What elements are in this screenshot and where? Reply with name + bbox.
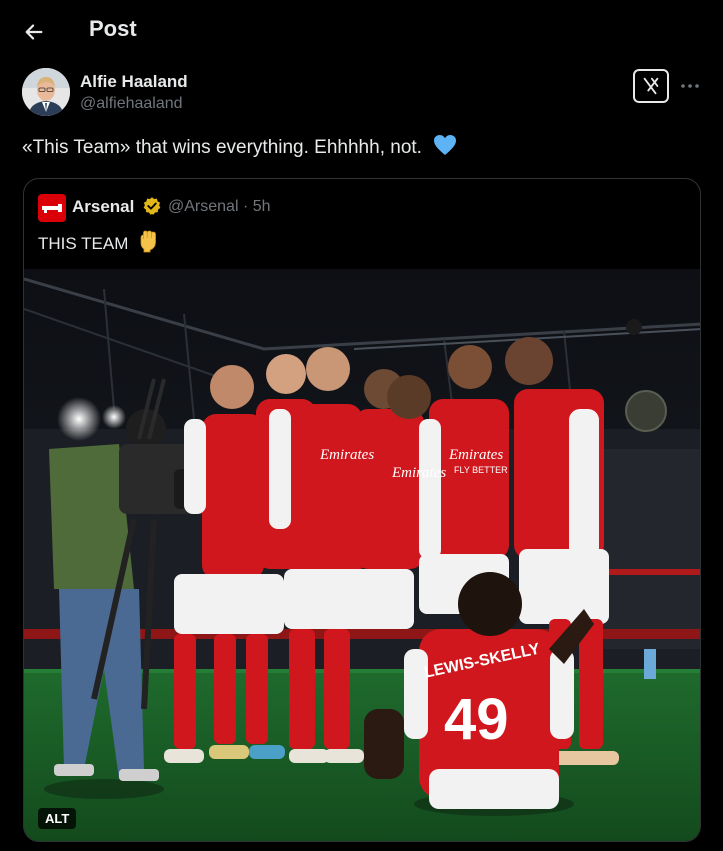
quoted-text: THIS TEAM: [38, 229, 159, 254]
more-button[interactable]: [678, 74, 702, 98]
sponsor-text-2: Emirates: [448, 447, 503, 463]
avatar[interactable]: [22, 68, 70, 116]
post-text-content: «This Team» that wins everything. Ehhhhh…: [22, 137, 422, 158]
alt-text-badge[interactable]: ALT: [38, 808, 77, 829]
sponsor-text-1: Emirates: [319, 447, 374, 463]
post-text: «This Team» that wins everything. Ehhhhh…: [22, 134, 457, 159]
grok-button[interactable]: [633, 69, 669, 103]
back-arrow-icon: [25, 24, 43, 40]
top-bar: Post: [0, 0, 723, 62]
page-title: Post: [89, 16, 137, 41]
verified-badge-icon: [143, 197, 161, 215]
back-button[interactable]: [18, 16, 50, 48]
arsenal-avatar[interactable]: [38, 194, 66, 222]
quoted-post[interactable]: Arsenal @Arsenal · 5h THIS TEAM Emirates…: [23, 178, 701, 842]
raised-fist-icon: [140, 230, 157, 253]
more-icon: [681, 84, 699, 88]
quoted-author-name[interactable]: Arsenal: [72, 197, 134, 217]
sponsor-text-3: Emirates: [391, 465, 446, 481]
team-celebration-photo: Emirates Emirates Emirates FLY BETTER LE…: [24, 269, 700, 841]
grok-icon: [643, 77, 659, 95]
quoted-text-content: THIS TEAM: [38, 234, 129, 253]
sponsor-sub-text: FLY BETTER: [454, 465, 508, 475]
author-handle[interactable]: @alfiehaaland: [80, 95, 183, 113]
quoted-photo[interactable]: Emirates Emirates Emirates FLY BETTER LE…: [24, 269, 700, 841]
blue-heart-icon: [434, 135, 457, 155]
author-name[interactable]: Alfie Haaland: [80, 72, 188, 92]
arsenal-logo-icon: [42, 204, 62, 213]
player-number-text: 49: [444, 687, 509, 752]
quoted-handle-time[interactable]: @Arsenal · 5h: [168, 198, 271, 216]
